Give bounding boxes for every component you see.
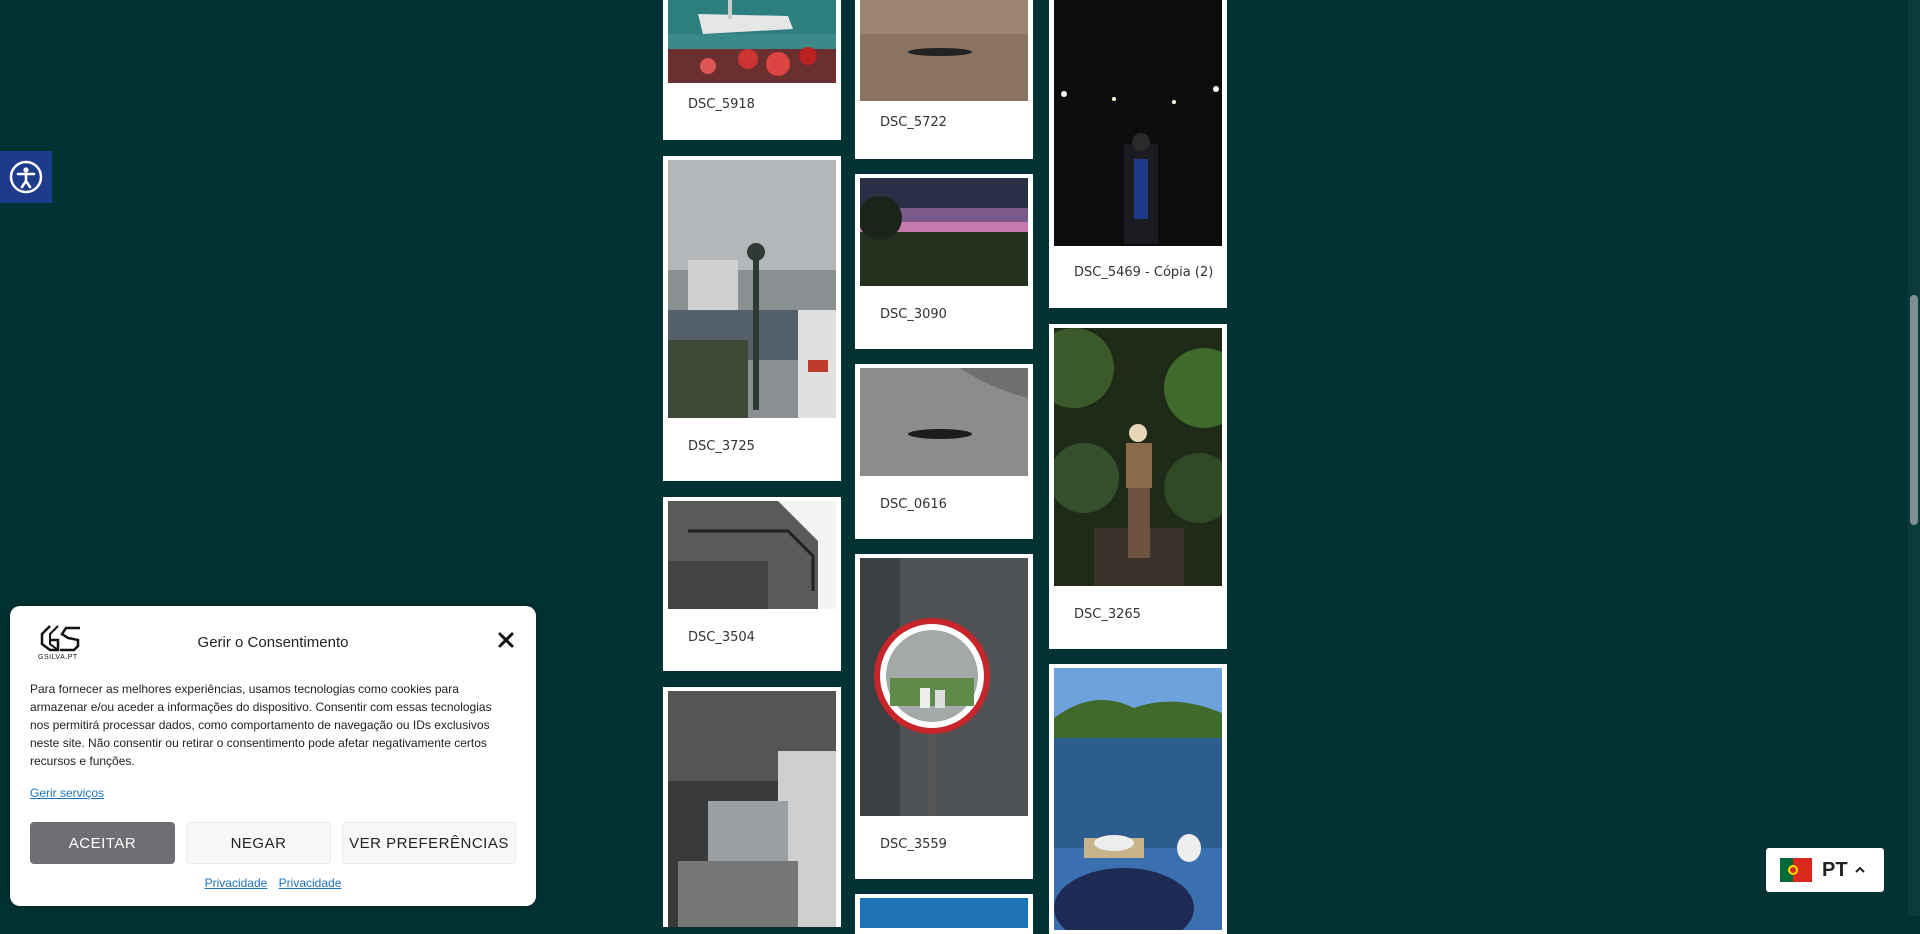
- photo-caption[interactable]: DSC_3265: [1074, 607, 1141, 622]
- photo-thumbnail[interactable]: [1054, 668, 1222, 930]
- language-code: PT: [1822, 858, 1848, 881]
- photo-thumbnail[interactable]: [1054, 328, 1222, 586]
- photo-caption[interactable]: DSC_5722: [880, 115, 947, 130]
- photo-thumbnail[interactable]: [860, 558, 1028, 816]
- gallery-card[interactable]: DSC_5469 - Cópia (2): [1049, 0, 1227, 308]
- gallery-card[interactable]: [663, 687, 841, 927]
- gallery-card[interactable]: DSC_5918: [663, 0, 841, 140]
- consent-message: Para fornecer as melhores experiências, …: [30, 682, 492, 768]
- gallery-card[interactable]: DSC_0616: [855, 364, 1033, 539]
- gallery-card[interactable]: DSC_3725: [663, 156, 841, 481]
- photo-thumbnail[interactable]: [668, 160, 836, 418]
- photo-caption[interactable]: DSC_3559: [880, 837, 947, 852]
- photo-thumbnail[interactable]: [860, 0, 1028, 101]
- accept-button[interactable]: ACEITAR: [30, 822, 175, 864]
- logo-text: GSILVA.PT: [38, 654, 78, 661]
- gallery-card[interactable]: DSC_3090: [855, 174, 1033, 349]
- photo-thumbnail[interactable]: [860, 368, 1028, 476]
- page-scrollbar[interactable]: [1908, 0, 1920, 916]
- dialog-title: Gerir o Consentimento: [197, 634, 349, 651]
- photo-caption[interactable]: DSC_3725: [688, 439, 755, 454]
- photo-thumbnail[interactable]: [668, 501, 836, 609]
- photo-caption[interactable]: DSC_5918: [688, 97, 755, 112]
- photo-thumbnail[interactable]: [1054, 0, 1222, 246]
- photo-caption[interactable]: DSC_3090: [880, 307, 947, 322]
- language-switcher[interactable]: PT: [1766, 848, 1884, 892]
- privacy-link[interactable]: Privacidade: [205, 876, 268, 890]
- manage-services-link[interactable]: Gerir serviços: [30, 786, 104, 800]
- gallery-card[interactable]: [1049, 664, 1227, 934]
- photo-caption[interactable]: DSC_5469 - Cópia (2): [1074, 265, 1213, 280]
- chevron-up-icon: [1854, 866, 1865, 873]
- cookie-consent-dialog: GSILVA.PT Gerir o Consentimento Para for…: [10, 606, 536, 906]
- scrollbar-thumb[interactable]: [1910, 295, 1918, 525]
- deny-button[interactable]: NEGAR: [186, 822, 331, 864]
- gallery-card[interactable]: DSC_3504: [663, 497, 841, 671]
- photo-caption[interactable]: DSC_3504: [688, 630, 755, 645]
- photo-thumbnail[interactable]: [668, 0, 836, 83]
- photo-caption[interactable]: DSC_0616: [880, 497, 947, 512]
- close-icon[interactable]: [496, 630, 516, 650]
- privacy-link[interactable]: Privacidade: [279, 876, 342, 890]
- gallery-card[interactable]: DSC_3559: [855, 554, 1033, 879]
- photo-thumbnail[interactable]: [860, 178, 1028, 286]
- privacy-links: Privacidade Privacidade: [10, 876, 536, 890]
- photo-thumbnail[interactable]: [860, 898, 1028, 928]
- photo-thumbnail[interactable]: [668, 691, 836, 927]
- gallery-card[interactable]: [855, 894, 1033, 934]
- portugal-flag-icon: [1780, 858, 1812, 882]
- gallery-card[interactable]: DSC_5722: [855, 0, 1033, 159]
- gallery-card[interactable]: DSC_3265: [1049, 324, 1227, 649]
- view-preferences-button[interactable]: VER PREFERÊNCIAS: [342, 822, 516, 864]
